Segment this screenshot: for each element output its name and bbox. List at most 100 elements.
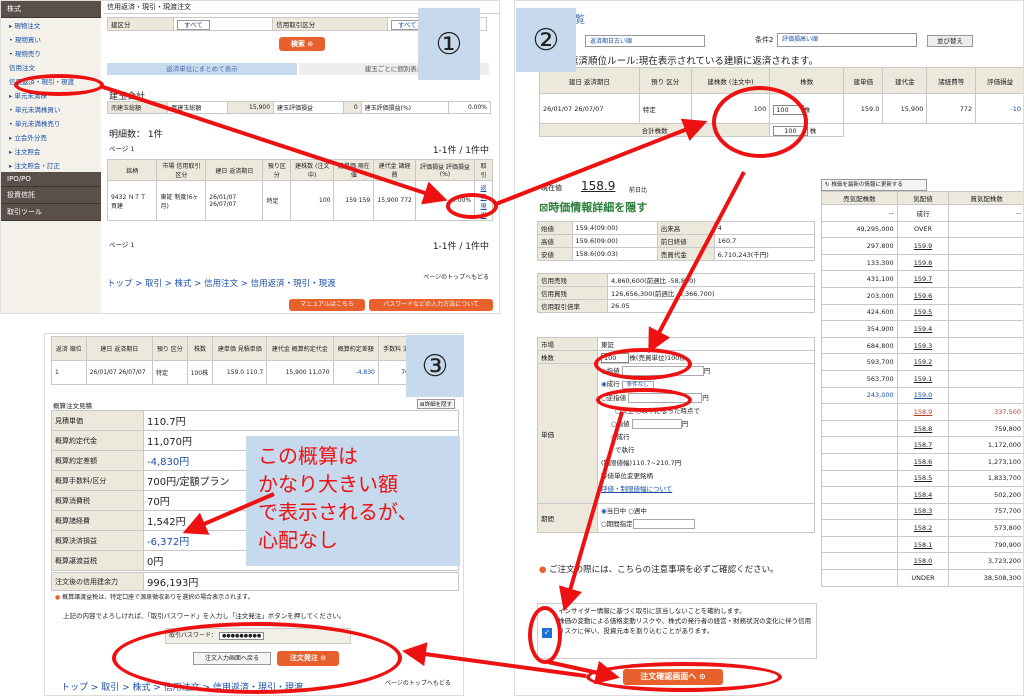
est-label: 見積単価 <box>51 410 144 431</box>
sidebar-item[interactable]: IPO/PO <box>1 172 101 187</box>
column-header: 建代金 <box>882 67 928 94</box>
board-cell <box>948 386 1023 405</box>
sidebar-item[interactable]: ▸ 注文照会・訂正 <box>1 158 101 172</box>
arrow-icon: ⊙ <box>307 40 314 48</box>
board-cell[interactable]: 159.3 <box>896 336 950 355</box>
page-count-bottom: 1-1件 / 1件中 <box>432 242 489 252</box>
callout-3: ③ <box>406 335 464 397</box>
page-top-link[interactable]: ページのトップへもどる <box>423 272 489 281</box>
board-cell[interactable]: 159.4 <box>896 320 950 338</box>
risk-text: 株価の変動による価格変動リスクや、株式の発行者の経営・財務状況の変化に伴う信用リ… <box>558 617 812 635</box>
today-radio[interactable]: ◉当日中 <box>601 507 626 515</box>
board-cell <box>821 569 898 587</box>
board-cell[interactable]: 159.2 <box>896 353 950 371</box>
sidebar-item[interactable]: • 単元未満株買い <box>1 102 101 116</box>
board-cell <box>948 336 1023 355</box>
search-button[interactable]: 検索 ⊙ <box>279 37 325 51</box>
callout-2: ② <box>516 8 576 72</box>
column-header: 建単価 現在値 <box>333 159 375 181</box>
breadcrumb[interactable]: トップ > 取引 > 株式 > 信用注文 > 信用返済・現引・現渡 <box>107 277 336 289</box>
page-count: 1-1件 / 1件中 <box>432 146 489 156</box>
manual-button[interactable]: マニュアルはこちら <box>289 299 365 311</box>
sidebar-item[interactable]: • 単元未満株売り <box>1 116 101 130</box>
board-cell <box>821 469 898 488</box>
detail-hide-toggle[interactable]: ⊠時価情報詳細を隠す <box>539 199 647 215</box>
exec-label: で執行 <box>615 446 635 454</box>
filter-label-kubun: 建区分 <box>106 17 175 31</box>
sort-button[interactable]: 並び替え <box>927 35 973 47</box>
board-cell[interactable]: 158.0 <box>896 552 950 571</box>
annotation-box: この概算は かなり大きい額 で表示されるが、 心配なし <box>246 436 460 566</box>
board-cell[interactable]: OVER <box>896 220 950 239</box>
board-cell: 1,273,100 <box>948 452 1023 471</box>
sidebar-item[interactable]: 信用注文 <box>1 60 101 74</box>
cond-select[interactable]: 評価損高い順 <box>777 33 917 47</box>
board-cell: 1,172,000 <box>948 436 1023 454</box>
board-cell[interactable]: 158.1 <box>896 535 950 554</box>
quote-cell: 前日終値 <box>656 234 715 248</box>
sidebar-item[interactable]: ▸ 注文照会 <box>1 144 101 158</box>
yobine-link[interactable]: 呼値・制限値幅について <box>601 483 811 496</box>
board-cell[interactable]: 158.7 <box>896 436 950 454</box>
sort-select[interactable]: 返済期日古い順 <box>585 35 705 47</box>
board-cell <box>948 237 1023 255</box>
market-label: 市場 <box>537 337 598 351</box>
sidebar-item[interactable]: ▸ 立会外分売 <box>1 130 101 144</box>
week-radio[interactable]: ○週中 <box>628 507 647 515</box>
board-cell[interactable]: 159.9 <box>896 237 950 255</box>
page-label-bottom: ページ 1 <box>109 241 135 249</box>
highlight-repay-link <box>446 193 498 219</box>
table-cell: 100 <box>289 180 335 221</box>
price-type-cell: ○指値 円 ◉成行 条件なし ○逆指値 円 ○以上 ○以下になった時点で ○指値… <box>597 363 815 504</box>
quote-cell: 始値 <box>537 221 573 235</box>
table-cell: 特定 <box>638 93 692 124</box>
update-price-button[interactable]: ↻ 株価を最新の情報に更新する <box>821 179 927 191</box>
board-cell[interactable]: UNDER <box>896 569 950 587</box>
page-label: ページ 1 <box>109 145 135 153</box>
sidebar-item[interactable]: • 現物売り <box>1 46 101 60</box>
board-cell[interactable]: 158.6 <box>896 452 950 471</box>
period-set-radio[interactable]: ○期間指定 <box>601 518 811 531</box>
column-header: 建日 返済期日 <box>85 336 153 361</box>
column-header: 諸経費等 <box>926 67 977 94</box>
table-cell: 100株 <box>186 360 214 385</box>
credit-cell: 126,656,300(前週比 -9,366,700) <box>607 286 815 300</box>
callout-1: ① <box>418 8 480 80</box>
est-label: 概算約定代金 <box>51 430 144 451</box>
board-cell[interactable]: 158.4 <box>896 486 950 504</box>
highlight-submit-area <box>112 622 402 694</box>
password-help-button[interactable]: パスワードなどの入力方法について <box>369 299 493 311</box>
board-cell[interactable]: 159.5 <box>896 303 950 322</box>
sidebar: 株式 ▸ 現物注文 • 現物買い • 現物売り 信用注文 信用返済・現引・現渡 ▸ 単元未満… <box>1 1 101 313</box>
filter-select-kubun[interactable]: すべて <box>173 17 274 31</box>
nariyuki2-radio[interactable]: ○成行 <box>601 431 811 444</box>
board-cell[interactable]: 159.1 <box>896 369 950 388</box>
board-cell[interactable]: 158.3 <box>896 502 950 521</box>
tab-bulk[interactable]: 返済単位にまとめて表示 <box>107 63 297 75</box>
column-header: 建代金 概算約定代金 <box>266 336 334 361</box>
board-cell[interactable]: 159.0 <box>896 386 950 405</box>
board-cell: 573,800 <box>948 519 1023 537</box>
board-cell <box>948 286 1023 305</box>
sidebar-item[interactable]: 株式 <box>1 1 101 18</box>
board-cell[interactable]: 成行 <box>896 204 950 222</box>
board-cell[interactable]: 159.7 <box>896 270 950 288</box>
sashine2-radio[interactable]: ○指値 円 <box>601 418 811 431</box>
highlight-checkbox <box>528 606 562 664</box>
detail-hide-button[interactable]: ⊠詳細を隠す <box>417 399 456 409</box>
quote-table: 始値 159.4(09:00) 出来高 4 高値 159.6(09:00) 前日終値 160.… <box>537 221 816 261</box>
board-cell[interactable]: 158.9 <box>896 403 950 421</box>
board-cell: 203,000 <box>821 286 898 305</box>
board-cell[interactable]: 159.8 <box>896 253 950 272</box>
sidebar-item[interactable]: 取引ツール <box>1 204 101 221</box>
board-cell[interactable]: 158.2 <box>896 519 950 537</box>
board-cell <box>821 519 898 537</box>
sidebar-item[interactable]: • 現物買い <box>1 32 101 46</box>
sidebar-item[interactable]: 投資信託 <box>1 187 101 204</box>
table-cell: 特定 <box>151 360 188 385</box>
sidebar-item[interactable]: ▸ 現物注文 <box>1 18 101 32</box>
board-cell[interactable]: 158.5 <box>896 469 950 488</box>
current-price: 158.9 <box>581 179 616 193</box>
board-cell[interactable]: 158.8 <box>896 419 950 438</box>
board-cell[interactable]: 159.6 <box>896 286 950 305</box>
